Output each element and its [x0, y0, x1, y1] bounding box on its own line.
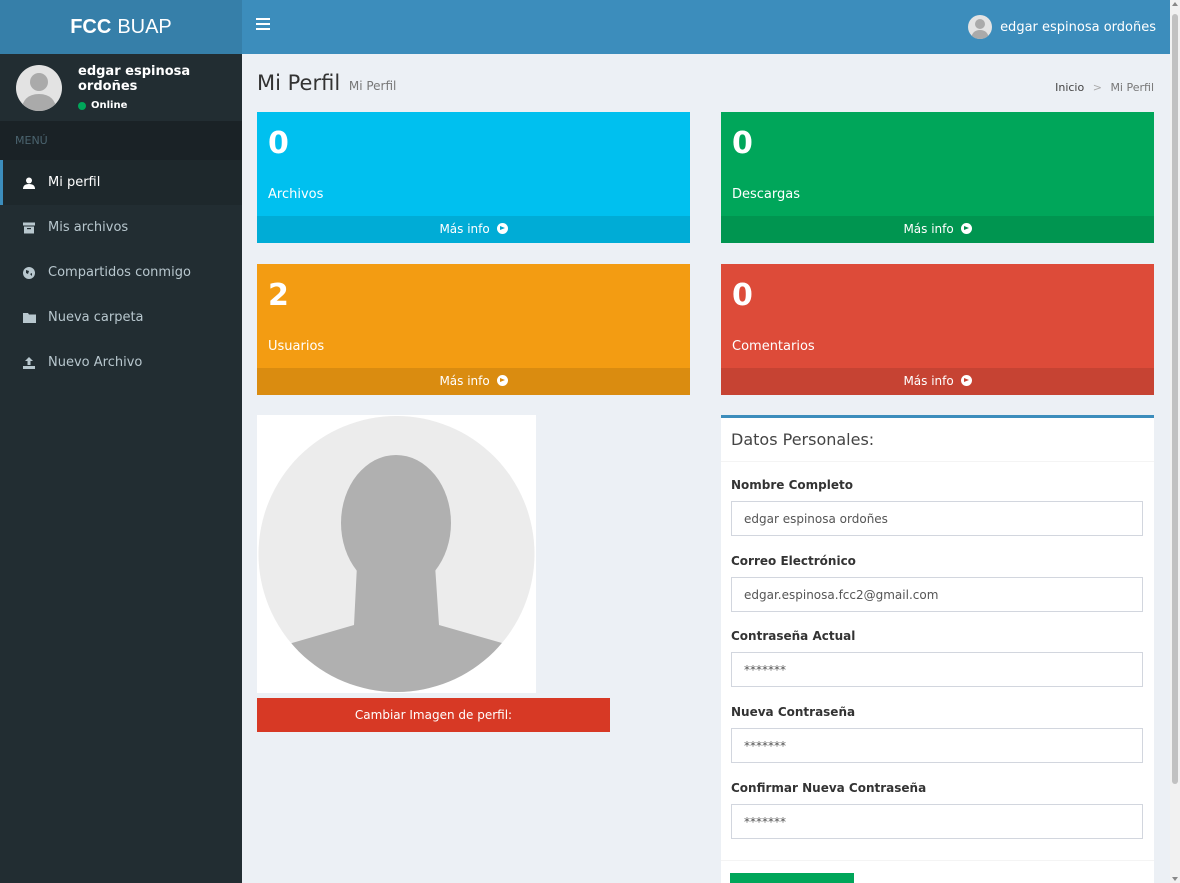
avatar [16, 64, 62, 111]
more-info-link[interactable]: Más info [721, 216, 1154, 243]
breadcrumb-home[interactable]: Inicio [1055, 81, 1084, 94]
submit-button[interactable] [730, 873, 854, 883]
scroll-down-icon[interactable] [1172, 877, 1178, 881]
field-label: Nueva Contraseña [731, 705, 856, 719]
confirm-password-field[interactable] [731, 804, 1143, 839]
stat-label: Archivos [268, 187, 324, 202]
sidebar-item-label: Mi perfil [48, 175, 101, 190]
form-group-nombre: Nombre Completo [731, 478, 1143, 536]
stat-box-archivos: 0 Archivos Más info [257, 112, 690, 243]
globe-icon [22, 266, 36, 280]
avatar [968, 15, 993, 39]
sidebar: edgar espinosa ordoñes Online MENÚ Mi pe… [0, 54, 242, 883]
full-name-field[interactable] [731, 501, 1143, 536]
more-info-label: Más info [903, 374, 954, 388]
menu-toggle-icon[interactable] [256, 18, 270, 32]
form-group-nueva-password: Nueva Contraseña [731, 705, 1143, 763]
page-subtitle: Mi Perfil [348, 79, 397, 93]
archive-icon [22, 221, 36, 235]
user-icon [22, 176, 36, 190]
field-label: Confirmar Nueva Contraseña [731, 781, 927, 795]
app-logo[interactable]: FCC BUAP [0, 0, 242, 54]
stat-box-comentarios: 0 Comentarios Más info [721, 264, 1154, 395]
sidebar-item-label: Compartidos conmigo [48, 265, 191, 280]
stat-label: Comentarios [732, 339, 815, 354]
menu-header: MENÚ [0, 121, 242, 160]
form-group-confirmar-password: Confirmar Nueva Contraseña [731, 781, 1143, 839]
sidebar-item-label: Nueva carpeta [48, 310, 144, 325]
new-password-field[interactable] [731, 728, 1143, 763]
scroll-up-icon[interactable] [1172, 2, 1178, 6]
more-info-label: Más info [439, 374, 490, 388]
change-profile-image-button[interactable]: Cambiar Imagen de perfil: [257, 698, 610, 732]
stat-box-usuarios: 2 Usuarios Más info [257, 264, 690, 395]
personal-data-form: Datos Personales: Nombre Completo Correo… [721, 415, 1154, 883]
user-menu-name: edgar espinosa ordoñes [1000, 19, 1156, 35]
field-label: Correo Electrónico [731, 554, 856, 568]
breadcrumb-separator-icon: > [1092, 81, 1102, 94]
main-content: Mi Perfil Mi Perfil Inicio > Mi Perfil 0… [242, 54, 1170, 883]
profile-image [257, 415, 536, 693]
status-badge: Online [78, 100, 242, 111]
stat-value: 2 [268, 278, 289, 313]
sidebar-item-label: Mis archivos [48, 220, 129, 235]
sidebar-item-compartidos[interactable]: Compartidos conmigo [0, 250, 242, 295]
user-panel: edgar espinosa ordoñes Online [0, 54, 242, 121]
arrow-circle-right-icon [496, 375, 508, 386]
more-info-label: Más info [439, 222, 490, 236]
current-password-field[interactable] [731, 652, 1143, 687]
scrollbar-thumb[interactable] [1172, 14, 1178, 784]
page-title: Mi Perfil Mi Perfil [257, 71, 396, 95]
stat-value: 0 [732, 278, 753, 313]
more-info-link[interactable]: Más info [257, 216, 690, 243]
form-group-correo: Correo Electrónico [731, 554, 1143, 612]
breadcrumb-current: Mi Perfil [1110, 81, 1154, 94]
more-info-label: Más info [903, 222, 954, 236]
arrow-circle-right-icon [960, 375, 972, 386]
logo-text: BUAP [117, 15, 172, 38]
user-menu[interactable]: edgar espinosa ordoñes [968, 0, 1156, 54]
arrow-circle-right-icon [496, 223, 508, 234]
stat-value: 0 [732, 126, 753, 161]
sidebar-user-name: edgar espinosa ordoñes [78, 64, 191, 94]
folder-icon [22, 311, 36, 325]
divider [721, 860, 1154, 861]
stat-label: Descargas [732, 187, 801, 202]
email-field[interactable] [731, 577, 1143, 612]
sidebar-item-nuevo-archivo[interactable]: Nuevo Archivo [0, 340, 242, 385]
upload-icon [22, 356, 36, 370]
breadcrumb: Inicio > Mi Perfil [1055, 81, 1154, 94]
status-text: Online [91, 100, 128, 111]
sidebar-item-mis-archivos[interactable]: Mis archivos [0, 205, 242, 250]
stat-value: 0 [268, 126, 289, 161]
sidebar-item-label: Nuevo Archivo [48, 355, 143, 370]
sidebar-item-mi-perfil[interactable]: Mi perfil [0, 160, 242, 205]
more-info-link[interactable]: Más info [721, 368, 1154, 395]
logo-bold: FCC [70, 15, 112, 38]
online-dot-icon [78, 101, 86, 110]
top-navbar: edgar espinosa ordoñes [242, 0, 1170, 54]
stat-label: Usuarios [268, 339, 325, 354]
arrow-circle-right-icon [960, 223, 972, 234]
field-label: Nombre Completo [731, 478, 853, 492]
page-title-text: Mi Perfil [257, 71, 341, 95]
scrollbar[interactable] [1170, 0, 1180, 883]
field-label: Contraseña Actual [731, 629, 856, 643]
more-info-link[interactable]: Más info [257, 368, 690, 395]
stat-box-descargas: 0 Descargas Más info [721, 112, 1154, 243]
form-title: Datos Personales: [721, 418, 1154, 462]
form-group-password-actual: Contraseña Actual [731, 629, 1143, 687]
sidebar-item-nueva-carpeta[interactable]: Nueva carpeta [0, 295, 242, 340]
